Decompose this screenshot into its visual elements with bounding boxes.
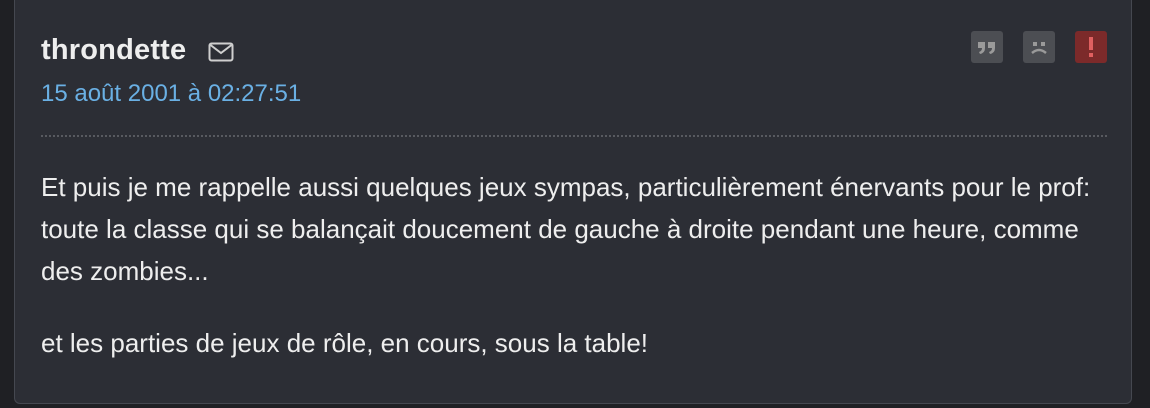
quote-icon — [978, 42, 995, 54]
quote-button[interactable] — [971, 31, 1003, 63]
report-button[interactable] — [1075, 31, 1107, 63]
post-date[interactable]: 15 août 2001 à 02:27:51 — [41, 80, 301, 108]
post-body: Et puis je me rappelle aussi quelques je… — [41, 166, 1101, 364]
post-paragraph: Et puis je me rappelle aussi quelques je… — [41, 172, 1091, 286]
post-header: throndette — [41, 34, 234, 67]
sad-reaction-button[interactable] — [1023, 31, 1055, 63]
forum-post: throndette 15 août 2001 à 02:27:51 Et pu… — [14, 0, 1132, 404]
author-name[interactable]: throndette — [41, 34, 186, 67]
post-paragraph: et les parties de jeux de rôle, en cours… — [41, 328, 649, 358]
mail-icon[interactable] — [208, 42, 234, 62]
header-divider — [41, 135, 1107, 137]
post-actions — [971, 31, 1107, 63]
exclamation-icon — [1089, 37, 1093, 57]
sad-face-icon — [1031, 42, 1047, 54]
